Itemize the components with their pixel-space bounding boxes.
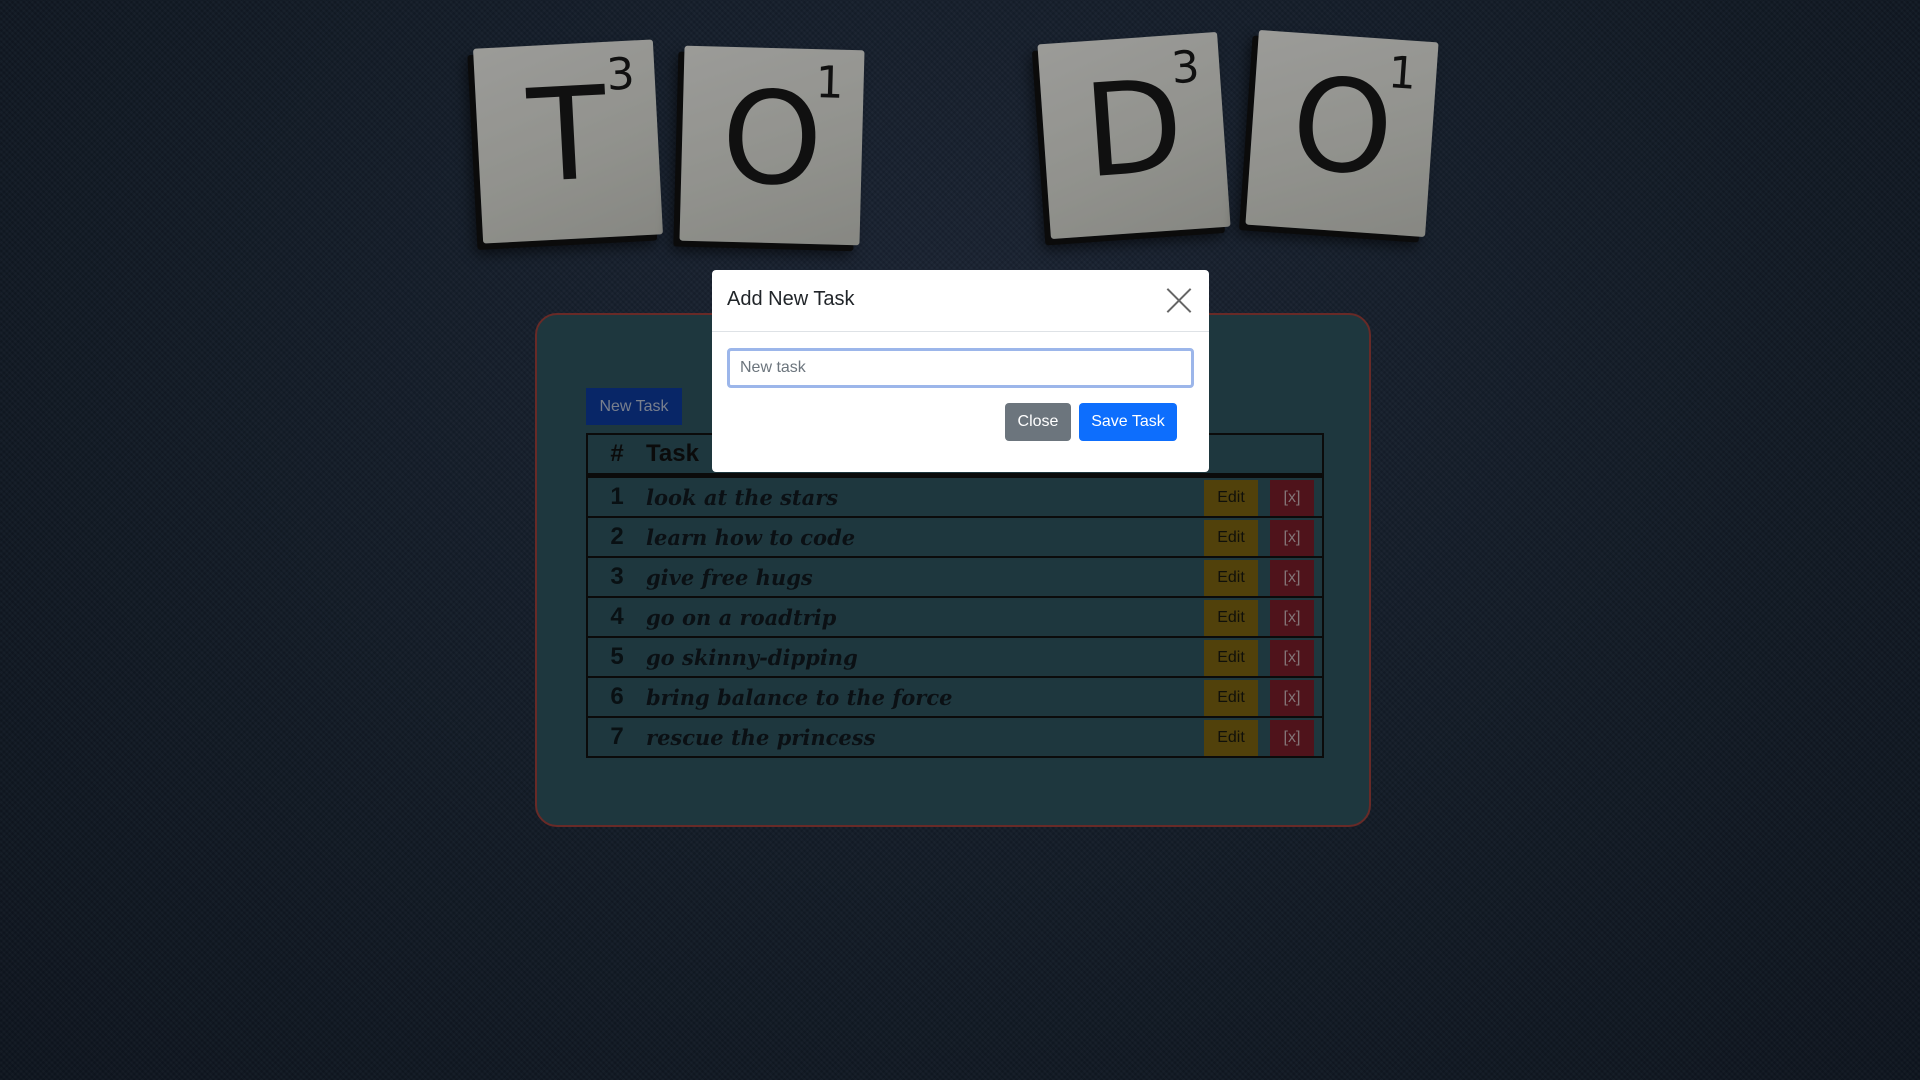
modal-title: Add New Task <box>727 288 855 310</box>
modal-header: Add New Task <box>712 270 1209 332</box>
save-task-button[interactable]: Save Task <box>1079 403 1177 441</box>
close-button[interactable]: Close <box>1005 403 1071 441</box>
new-task-input[interactable] <box>727 348 1194 388</box>
modal-backdrop[interactable] <box>0 0 1920 1080</box>
add-task-modal: Add New Task Close Save Task <box>712 270 1209 472</box>
close-icon[interactable] <box>1163 284 1195 316</box>
